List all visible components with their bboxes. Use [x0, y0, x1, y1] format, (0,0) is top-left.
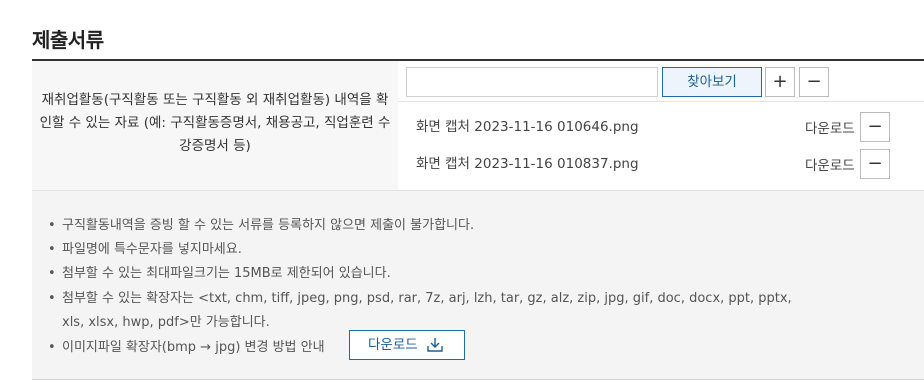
document-label-cell: 재취업활동(구직활동 또는 구직활동 외 재취업활동) 내역을 확 인할 수 있… — [32, 61, 398, 190]
file-path-input[interactable] — [406, 67, 658, 97]
find-file-button[interactable]: 찾아보기 — [662, 67, 762, 97]
upload-row-divider — [398, 101, 924, 102]
document-description: 재취업활동(구직활동 또는 구직활동 외 재취업활동) 내역을 확 인할 수 있… — [39, 92, 391, 154]
add-file-button[interactable]: + — [765, 67, 795, 97]
delete-file-button[interactable]: − — [860, 112, 890, 142]
notice-item: • 파일명에 특수문자를 넣지마세요. — [48, 242, 242, 257]
delete-file-button[interactable]: − — [860, 149, 890, 179]
notice-item: • 첨부할 수 있는 확장자는 <txt, chm, tiff, jpeg, pn… — [48, 291, 792, 306]
guide-download-button[interactable]: 다운로드 — [349, 330, 465, 360]
remove-file-row-button[interactable]: − — [799, 67, 829, 97]
attached-file-name: 화면 캡처 2023-11-16 010837.png — [416, 156, 639, 172]
notice-item-continued: xls, xlsx, hwp, pdf>만 가능합니다. — [62, 315, 270, 330]
download-icon — [427, 338, 443, 352]
notice-item: • 구직활동내역을 증빙 할 수 있는 서류를 등록하지 않으면 제출이 불가합니… — [48, 218, 475, 233]
file-download-link[interactable]: 다운로드 — [805, 117, 855, 137]
notice-item: • 첨부할 수 있는 최대파일크기는 15MB로 제한되어 있습니다. — [48, 266, 391, 281]
attached-file-name: 화면 캡처 2023-11-16 010646.png — [416, 119, 639, 135]
section-title: 제출서류 — [32, 28, 104, 52]
file-download-link[interactable]: 다운로드 — [805, 154, 855, 174]
notice-item: • 이미지파일 확장자(bmp → jpg) 변경 방법 안내 — [48, 340, 325, 355]
